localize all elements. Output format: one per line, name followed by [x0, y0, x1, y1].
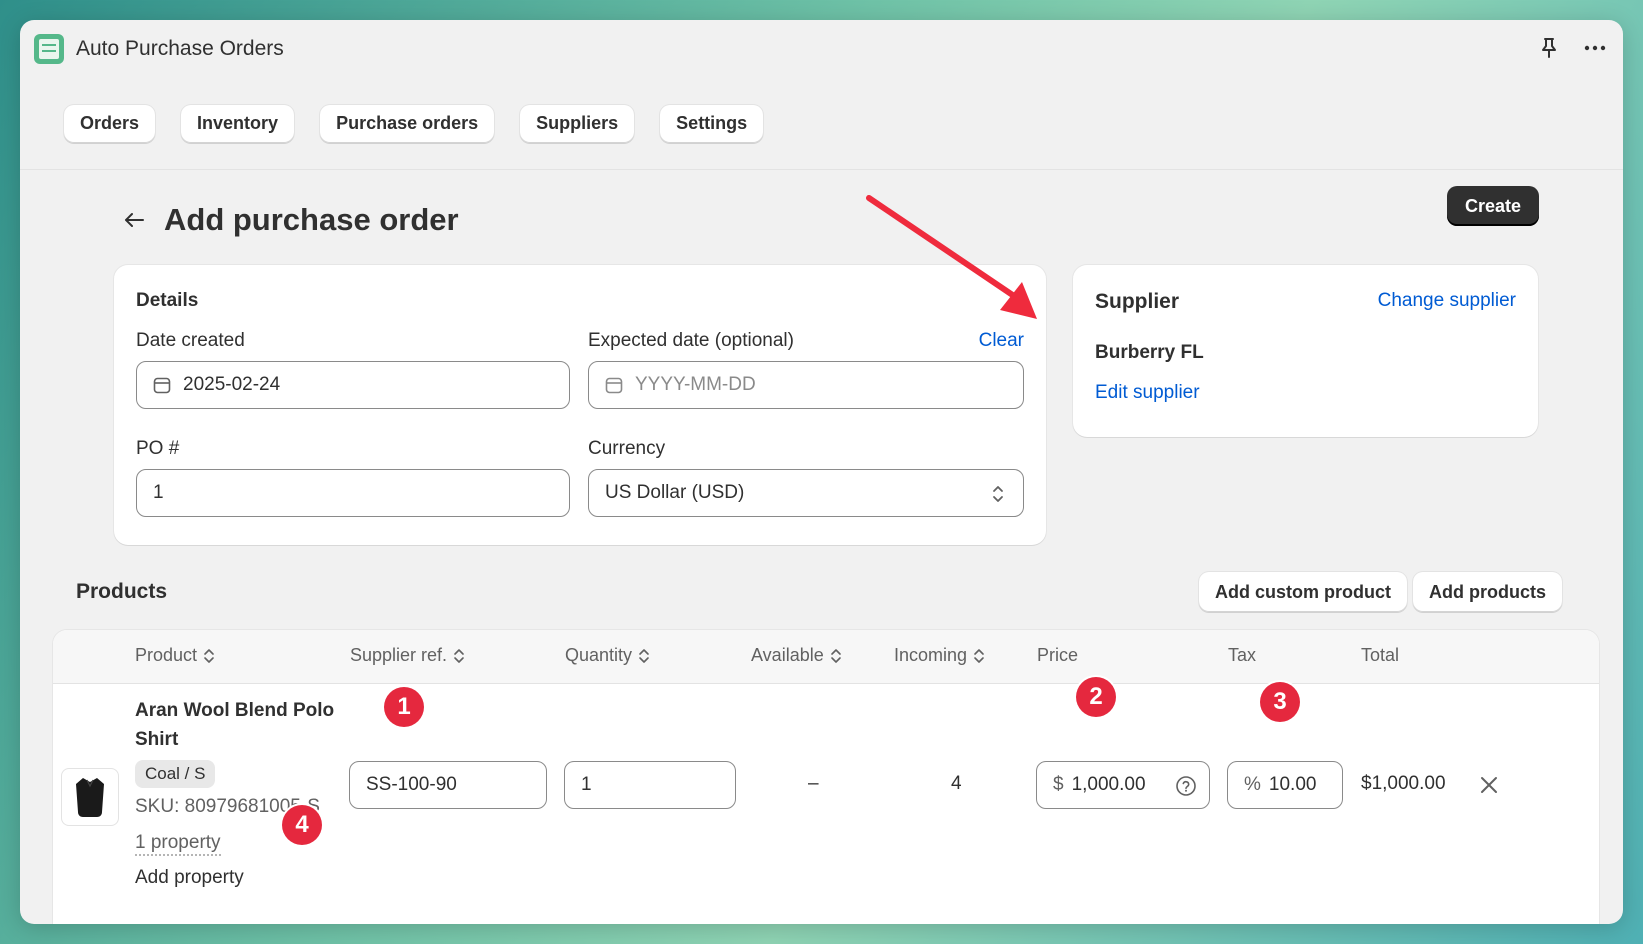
details-card: Details Date created 2025-02-24 Expected… [114, 265, 1046, 545]
po-number-value: 1 [153, 482, 164, 503]
products-table: Product Supplier ref. Quantity Available… [53, 630, 1599, 924]
column-total: Total [1361, 645, 1400, 665]
calendar-icon [153, 377, 171, 394]
select-chevron-icon [993, 486, 1003, 502]
more-options-icon[interactable] [1581, 34, 1609, 62]
supplier-card: Supplier Change supplier Burberry FL Edi… [1073, 265, 1538, 437]
product-name: Aran Wool Blend Polo Shirt [135, 700, 335, 750]
sort-icon [974, 648, 984, 663]
add-custom-product-button[interactable]: Add custom product [1199, 572, 1407, 612]
date-created-label: Date created [136, 330, 245, 351]
help-icon [1176, 776, 1196, 796]
title-bar: Auto Purchase Orders [20, 20, 1623, 78]
column-available[interactable]: Available [751, 645, 842, 666]
column-supplier-ref[interactable]: Supplier ref. [350, 645, 465, 666]
nav-purchase-orders[interactable]: Purchase orders [320, 104, 495, 143]
column-price: Price [1037, 645, 1079, 665]
table-header: Product Supplier ref. Quantity Available… [53, 630, 1599, 684]
nav-suppliers[interactable]: Suppliers [520, 104, 635, 143]
price-input[interactable]: $ 1,000.00 [1036, 761, 1210, 809]
top-navigation: Orders Inventory Purchase orders Supplie… [20, 78, 1623, 170]
clear-link[interactable]: Clear [979, 330, 1024, 352]
shirt-icon [76, 778, 104, 817]
annotation-marker-2: 2 [1076, 677, 1116, 717]
app-window: Auto Purchase Orders Orders Inventory Pu… [20, 20, 1623, 924]
back-arrow-icon[interactable] [120, 206, 148, 234]
tax-prefix: % [1244, 774, 1261, 795]
products-heading: Products [76, 580, 168, 603]
currency-value: US Dollar (USD) [605, 482, 745, 503]
price-prefix: $ [1053, 774, 1064, 795]
available-value: – [808, 773, 819, 794]
supplier-name: Burberry FL [1095, 342, 1204, 363]
add-products-button[interactable]: Add products [1413, 572, 1562, 612]
column-tax: Tax [1228, 645, 1257, 665]
nav-orders[interactable]: Orders [64, 104, 156, 143]
remove-row-icon[interactable] [1475, 771, 1503, 799]
column-incoming[interactable]: Incoming [894, 645, 985, 666]
annotation-marker-4: 4 [282, 805, 322, 845]
create-button[interactable]: Create [1446, 186, 1539, 226]
add-property-link[interactable]: Add property [135, 867, 244, 889]
currency-label: Currency [588, 438, 666, 459]
nav-settings[interactable]: Settings [660, 104, 764, 143]
annotation-marker-3: 3 [1260, 682, 1300, 722]
details-heading: Details [136, 290, 199, 311]
calendar-icon [605, 377, 623, 394]
supplier-heading: Supplier [1095, 290, 1180, 313]
app-logo-icon [34, 34, 64, 64]
sort-icon [204, 648, 214, 663]
supplier-ref-input[interactable]: SS-100-90 [349, 761, 547, 809]
app-title: Auto Purchase Orders [76, 37, 284, 60]
po-number-label: PO # [136, 438, 180, 459]
column-product[interactable]: Product [135, 645, 215, 666]
incoming-value: 4 [951, 773, 962, 794]
property-count[interactable]: 1 property [135, 832, 221, 856]
expected-date-label: Expected date (optional) [588, 330, 794, 351]
product-thumbnail [61, 768, 119, 826]
page-title: Add purchase order [164, 202, 459, 237]
sort-icon [830, 648, 841, 663]
total-value: $1,000.00 [1361, 773, 1446, 794]
date-created-input[interactable]: 2025-02-24 [136, 361, 570, 409]
annotation-marker-1: 1 [384, 687, 424, 727]
expected-date-input[interactable]: YYYY-MM-DD [588, 361, 1024, 409]
expected-date-placeholder: YYYY-MM-DD [635, 374, 756, 395]
sort-icon [454, 648, 464, 663]
nav-inventory[interactable]: Inventory [181, 104, 295, 143]
sort-icon [639, 648, 649, 663]
tax-input[interactable]: % 10.00 [1227, 761, 1343, 809]
po-number-input[interactable]: 1 [136, 469, 570, 517]
variant-badge: Coal / S [135, 760, 216, 788]
pin-icon[interactable] [1535, 34, 1563, 62]
change-supplier-link[interactable]: Change supplier [1378, 290, 1516, 312]
date-created-value: 2025-02-24 [183, 374, 281, 395]
edit-supplier-link[interactable]: Edit supplier [1095, 382, 1200, 404]
column-quantity[interactable]: Quantity [565, 645, 650, 666]
currency-select[interactable]: US Dollar (USD) [588, 469, 1024, 517]
quantity-input[interactable]: 1 [564, 761, 736, 809]
